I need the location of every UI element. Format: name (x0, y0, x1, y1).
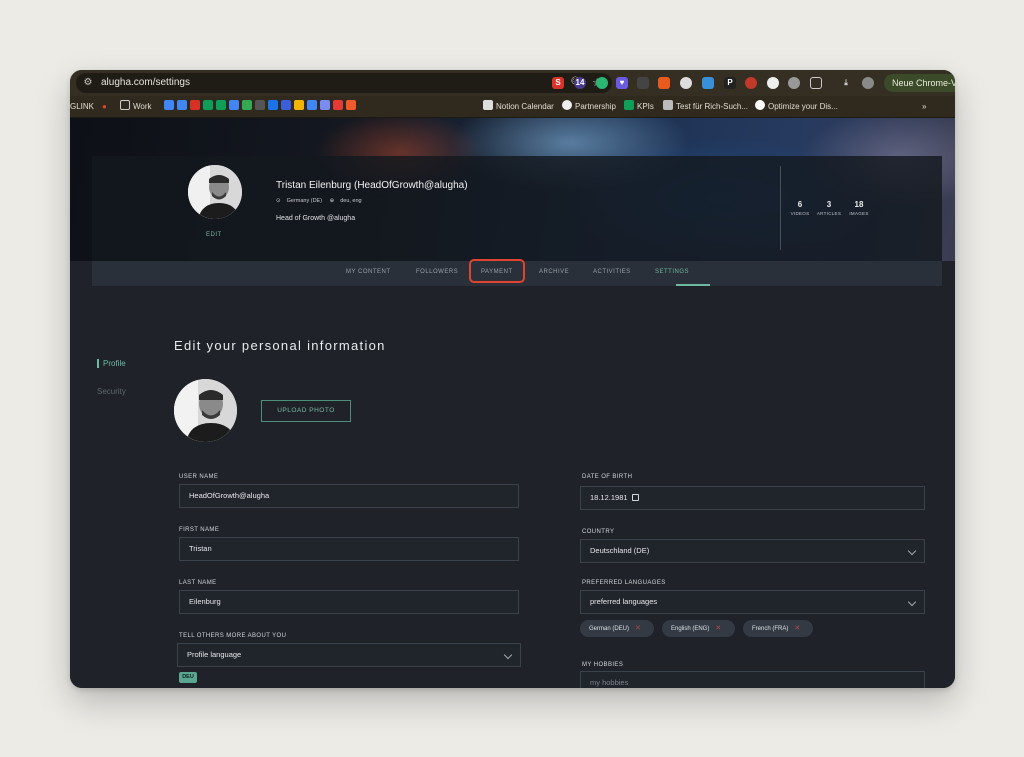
sidebar-item-security[interactable]: Security (97, 387, 126, 396)
bookmark-test[interactable]: Test für Rich-Such... (663, 100, 748, 114)
language-badge[interactable]: DEU (179, 672, 197, 683)
language-chip-french[interactable]: French (FRA) ✕ (743, 620, 813, 637)
calendar-icon (483, 100, 493, 110)
remove-icon[interactable]: ✕ (715, 625, 721, 632)
bookmark-red-icon[interactable]: ● (102, 100, 107, 114)
download-icon[interactable]: ⤓ (840, 77, 852, 89)
google-icon (755, 100, 765, 110)
avatar (188, 165, 242, 219)
site-info-icon[interactable]: ⚙ (82, 77, 94, 89)
country-select[interactable]: Deutschland (DE) (580, 539, 925, 563)
lastname-label: LAST NAME (179, 580, 217, 586)
remove-icon[interactable]: ✕ (635, 625, 641, 632)
profile-avatar-icon[interactable] (862, 77, 874, 89)
upload-photo-button[interactable]: UPLOAD PHOTO (261, 400, 351, 422)
languages-select[interactable]: preferred languages (580, 590, 925, 614)
folder-icon (120, 100, 130, 110)
extensions-puzzle-icon[interactable] (810, 77, 822, 89)
extension-dark-icon[interactable] (637, 77, 649, 89)
sidebar-item-profile[interactable]: Profile (97, 359, 126, 368)
bookmark-work[interactable]: Work (120, 100, 152, 114)
bookmark-glink[interactable]: GLINK (70, 100, 94, 114)
chevron-down-icon (503, 650, 513, 660)
sheet-icon (624, 100, 634, 110)
location-pin-icon: ⊙ (276, 198, 281, 204)
tab-followers[interactable]: FOLLOWERS (416, 269, 458, 275)
bookmarks-bar: GLINK ● Work Notion Calendar Partnership… (70, 96, 955, 118)
firstname-label: FIRST NAME (179, 527, 220, 533)
dob-label: DATE OF BIRTH (582, 474, 633, 480)
language-chip-german[interactable]: German (DEU) ✕ (580, 620, 654, 637)
page-title: Edit your personal information (174, 338, 386, 353)
page-content: EDIT Tristan Eilenburg (HeadOfGrowth@alu… (70, 118, 955, 688)
language-chip-english[interactable]: English (ENG) ✕ (662, 620, 735, 637)
bookmark-partnership[interactable]: Partnership (562, 100, 616, 114)
stats-divider (780, 166, 781, 250)
username-label: USER NAME (179, 474, 219, 480)
about-label: TELL OTHERS MORE ABOUT YOU (179, 633, 287, 639)
dob-field[interactable]: 18.12.1981 (580, 486, 925, 510)
address-bar[interactable]: ⚙ alugha.com/settings 🔍︎ ☆ (76, 73, 612, 93)
extension-blue-icon[interactable] (702, 77, 714, 89)
url-text[interactable]: alugha.com/settings (101, 76, 190, 90)
extension-ghost-icon[interactable] (767, 77, 779, 89)
lastname-field[interactable]: Eilenburg (179, 590, 519, 614)
car-icon (663, 100, 673, 110)
partnership-icon (562, 100, 572, 110)
extension-gear-icon[interactable] (788, 77, 800, 89)
extension-red-icon[interactable] (745, 77, 757, 89)
extension-green-icon[interactable] (596, 77, 608, 89)
hobbies-placeholder: my hobbies (590, 678, 629, 687)
profile-tagline: Head of Growth @alugha (276, 215, 356, 222)
active-tab-indicator (676, 284, 710, 286)
bookmark-notion-calendar[interactable]: Notion Calendar (483, 100, 554, 114)
profile-photo (174, 379, 237, 442)
profile-languages: deu, eng (340, 198, 362, 204)
stat-images[interactable]: 18 IMAGES (844, 200, 874, 216)
firstname-field[interactable]: Tristan (179, 537, 519, 561)
payment-tab-highlight (469, 259, 525, 283)
extension-p-icon[interactable]: P (724, 77, 736, 89)
stat-articles[interactable]: 3 ARTICLES (814, 200, 844, 216)
tab-activities[interactable]: ACTIVITIES (593, 269, 631, 275)
chrome-update-button[interactable]: Neue Chrome-Ve (884, 74, 955, 92)
extension-s-icon[interactable]: S (552, 77, 564, 89)
hobbies-field[interactable]: my hobbies (580, 671, 925, 688)
profile-name: Tristan Eilenburg (HeadOfGrowth@alugha) (276, 180, 468, 191)
profile-language-select[interactable]: Profile language (177, 643, 521, 667)
profile-location: Germany (DE) (286, 198, 323, 204)
chevron-down-icon (907, 546, 917, 556)
bookmark-optimize[interactable]: Optimize your Dis... (755, 100, 838, 114)
languages-label: PREFERRED LANGUAGES (582, 580, 666, 586)
tab-settings[interactable]: SETTINGS (655, 269, 689, 275)
country-label: COUNTRY (582, 529, 615, 535)
tab-archive[interactable]: ARCHIVE (539, 269, 569, 275)
profile-card: EDIT Tristan Eilenburg (HeadOfGrowth@alu… (92, 156, 942, 261)
dob-value: 18.12.1981 (590, 493, 628, 502)
chevron-down-icon (907, 597, 917, 607)
browser-toolbar: ⚙ alugha.com/settings 🔍︎ ☆ S 14 ♥ P ⤓ Ne… (70, 70, 955, 96)
extension-heart-icon[interactable]: ♥ (616, 77, 628, 89)
country-value: Deutschland (DE) (590, 546, 650, 555)
languages-placeholder: preferred languages (590, 597, 658, 606)
tab-my-content[interactable]: MY CONTENT (346, 269, 391, 275)
bookmarks-more-icon[interactable]: » (922, 100, 926, 114)
extension-orange-icon[interactable] (658, 77, 670, 89)
calendar-icon[interactable] (631, 494, 639, 501)
profile-language-value: Profile language (187, 650, 242, 659)
extension-white-icon[interactable] (680, 77, 692, 89)
browser-window: ⚙ alugha.com/settings 🔍︎ ☆ S 14 ♥ P ⤓ Ne… (70, 70, 955, 688)
extension-badge-icon[interactable]: 14 (574, 77, 586, 89)
remove-icon[interactable]: ✕ (794, 625, 800, 632)
stat-videos[interactable]: 6 VIDEOS (785, 200, 815, 216)
profile-meta: ⊙ Germany (DE) ⊕ deu, eng (276, 198, 368, 204)
username-field[interactable]: HeadOfGrowth@alugha (179, 484, 519, 508)
hobbies-label: MY HOBBIES (582, 662, 624, 668)
bookmark-icon-group[interactable] (164, 100, 359, 114)
globe-icon: ⊕ (329, 198, 335, 204)
bookmark-kpis[interactable]: KPIs (624, 100, 654, 114)
edit-avatar-link[interactable]: EDIT (206, 232, 222, 238)
